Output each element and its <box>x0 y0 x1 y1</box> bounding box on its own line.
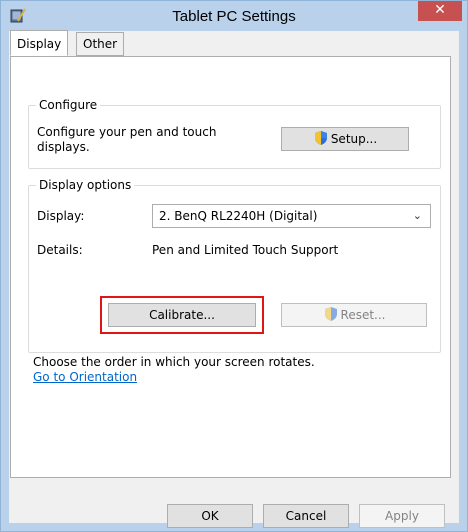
reset-button[interactable]: Reset... <box>281 303 427 327</box>
cancel-button[interactable]: Cancel <box>263 504 349 528</box>
configure-description: Configure your pen and touch displays. <box>37 125 217 154</box>
setup-button-label: Setup... <box>330 132 378 146</box>
tab-other[interactable]: Other <box>76 32 125 56</box>
configure-group-legend: Configure <box>36 98 101 112</box>
ok-button[interactable]: OK <box>167 504 253 528</box>
uac-shield-icon <box>324 307 337 321</box>
details-value: Pen and Limited Touch Support <box>152 243 339 257</box>
details-label: Details: <box>37 243 83 257</box>
uac-shield-icon <box>314 131 327 145</box>
calibrate-button[interactable]: Calibrate... <box>108 303 256 327</box>
title-bar[interactable]: Tablet PC Settings ✕ <box>1 1 467 31</box>
orientation-text: Choose the order in which your screen ro… <box>33 355 315 369</box>
tablet-pc-settings-window: Tablet PC Settings ✕ Display Other Confi… <box>0 0 468 532</box>
apply-button[interactable]: Apply <box>359 504 445 528</box>
close-button[interactable]: ✕ <box>418 1 462 21</box>
display-select[interactable]: 2. BenQ RL2240H (Digital) ⌄ <box>152 204 431 228</box>
chevron-down-icon: ⌄ <box>412 209 422 222</box>
window-title: Tablet PC Settings <box>172 8 296 25</box>
display-select-value: 2. BenQ RL2240H (Digital) <box>159 209 318 223</box>
display-tab-panel: Configure Configure your pen and touch d… <box>10 56 451 478</box>
display-options-legend: Display options <box>36 178 135 192</box>
display-label: Display: <box>37 209 85 223</box>
setup-button[interactable]: Setup... <box>281 127 409 151</box>
reset-button-label: Reset... <box>340 308 386 322</box>
tab-display[interactable]: Display <box>10 30 69 56</box>
go-to-orientation-link[interactable]: Go to Orientation <box>33 370 137 384</box>
